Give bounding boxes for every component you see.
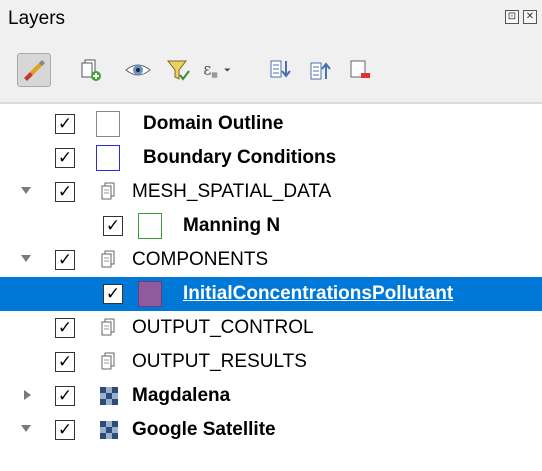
filter-expression-icon[interactable]: ε bbox=[201, 53, 235, 87]
layer-visibility-checkbox[interactable]: ✓ bbox=[55, 386, 75, 406]
filter-legend-icon[interactable] bbox=[161, 53, 195, 87]
layer-visibility-checkbox[interactable]: ✓ bbox=[55, 148, 75, 168]
layer-symbol-swatch bbox=[138, 213, 162, 239]
layer-group-icon bbox=[101, 318, 115, 336]
expand-all-icon[interactable] bbox=[263, 53, 297, 87]
collapse-all-icon[interactable] bbox=[303, 53, 337, 87]
layer-visibility-checkbox[interactable]: ✓ bbox=[55, 420, 75, 440]
group-row-mesh-spatial-data[interactable]: ✓ MESH_SPATIAL_DATA bbox=[0, 175, 542, 209]
layer-symbol-swatch bbox=[96, 111, 120, 137]
layer-visibility-checkbox[interactable]: ✓ bbox=[103, 216, 123, 236]
layer-symbol-swatch bbox=[96, 145, 120, 171]
layer-label: Domain Outline bbox=[143, 113, 284, 134]
expand-chevron-icon[interactable] bbox=[21, 255, 31, 262]
svg-text:ε: ε bbox=[203, 61, 211, 79]
layer-label: Google Satellite bbox=[132, 419, 276, 440]
layers-toolbar: ε bbox=[0, 38, 542, 102]
layer-visibility-checkbox[interactable]: ✓ bbox=[103, 284, 123, 304]
group-row-output-results[interactable]: ✓ OUTPUT_RESULTS bbox=[0, 345, 542, 379]
layer-label: OUTPUT_CONTROL bbox=[132, 317, 314, 338]
style-manager-icon[interactable] bbox=[17, 53, 51, 87]
visibility-eye-icon[interactable] bbox=[121, 53, 155, 87]
raster-layer-icon bbox=[100, 421, 118, 439]
layer-row-initial-concentrations-pollutant[interactable]: ✓ InitialConcentrationsPollutant bbox=[0, 277, 542, 311]
group-row-output-control[interactable]: ✓ OUTPUT_CONTROL bbox=[0, 311, 542, 345]
layer-tree[interactable]: ✓ Domain Outline ✓ Boundary Conditions ✓… bbox=[0, 104, 542, 471]
layers-panel-header: Layers ⊡ ✕ bbox=[0, 0, 542, 38]
layer-row-google-satellite[interactable]: ✓ Google Satellite bbox=[0, 413, 542, 447]
layer-visibility-checkbox[interactable]: ✓ bbox=[55, 352, 75, 372]
layer-row-magdalena[interactable]: ✓ Magdalena bbox=[0, 379, 542, 413]
float-panel-icon[interactable]: ⊡ bbox=[505, 10, 519, 24]
raster-layer-icon bbox=[100, 387, 118, 405]
layer-row-boundary-conditions[interactable]: ✓ Boundary Conditions bbox=[0, 141, 542, 175]
layer-label: MESH_SPATIAL_DATA bbox=[132, 181, 332, 202]
layer-label: COMPONENTS bbox=[132, 249, 269, 270]
layer-symbol-swatch bbox=[138, 281, 162, 307]
layer-label: Magdalena bbox=[132, 385, 231, 406]
expand-chevron-icon[interactable] bbox=[21, 425, 31, 432]
layer-row-manning-n[interactable]: ✓ Manning N bbox=[0, 209, 542, 243]
layer-label: InitialConcentrationsPollutant bbox=[183, 283, 454, 304]
layer-group-icon bbox=[101, 182, 115, 200]
layer-group-icon bbox=[101, 352, 115, 370]
layer-label: OUTPUT_RESULTS bbox=[132, 351, 307, 372]
layer-visibility-checkbox[interactable]: ✓ bbox=[55, 250, 75, 270]
group-row-components[interactable]: ✓ COMPONENTS bbox=[0, 243, 542, 277]
layer-visibility-checkbox[interactable]: ✓ bbox=[55, 114, 75, 134]
expand-chevron-icon[interactable] bbox=[24, 390, 31, 400]
layer-group-icon bbox=[101, 250, 115, 268]
layer-visibility-checkbox[interactable]: ✓ bbox=[55, 318, 75, 338]
add-group-icon[interactable] bbox=[73, 53, 107, 87]
expand-chevron-icon[interactable] bbox=[21, 187, 31, 194]
layer-row-domain-outline[interactable]: ✓ Domain Outline bbox=[0, 107, 542, 141]
layer-label: Manning N bbox=[183, 215, 281, 236]
panel-title: Layers bbox=[8, 8, 66, 29]
close-panel-icon[interactable]: ✕ bbox=[523, 10, 537, 24]
layer-label: Boundary Conditions bbox=[143, 147, 337, 168]
layer-visibility-checkbox[interactable]: ✓ bbox=[55, 182, 75, 202]
remove-layer-icon[interactable] bbox=[343, 53, 377, 87]
